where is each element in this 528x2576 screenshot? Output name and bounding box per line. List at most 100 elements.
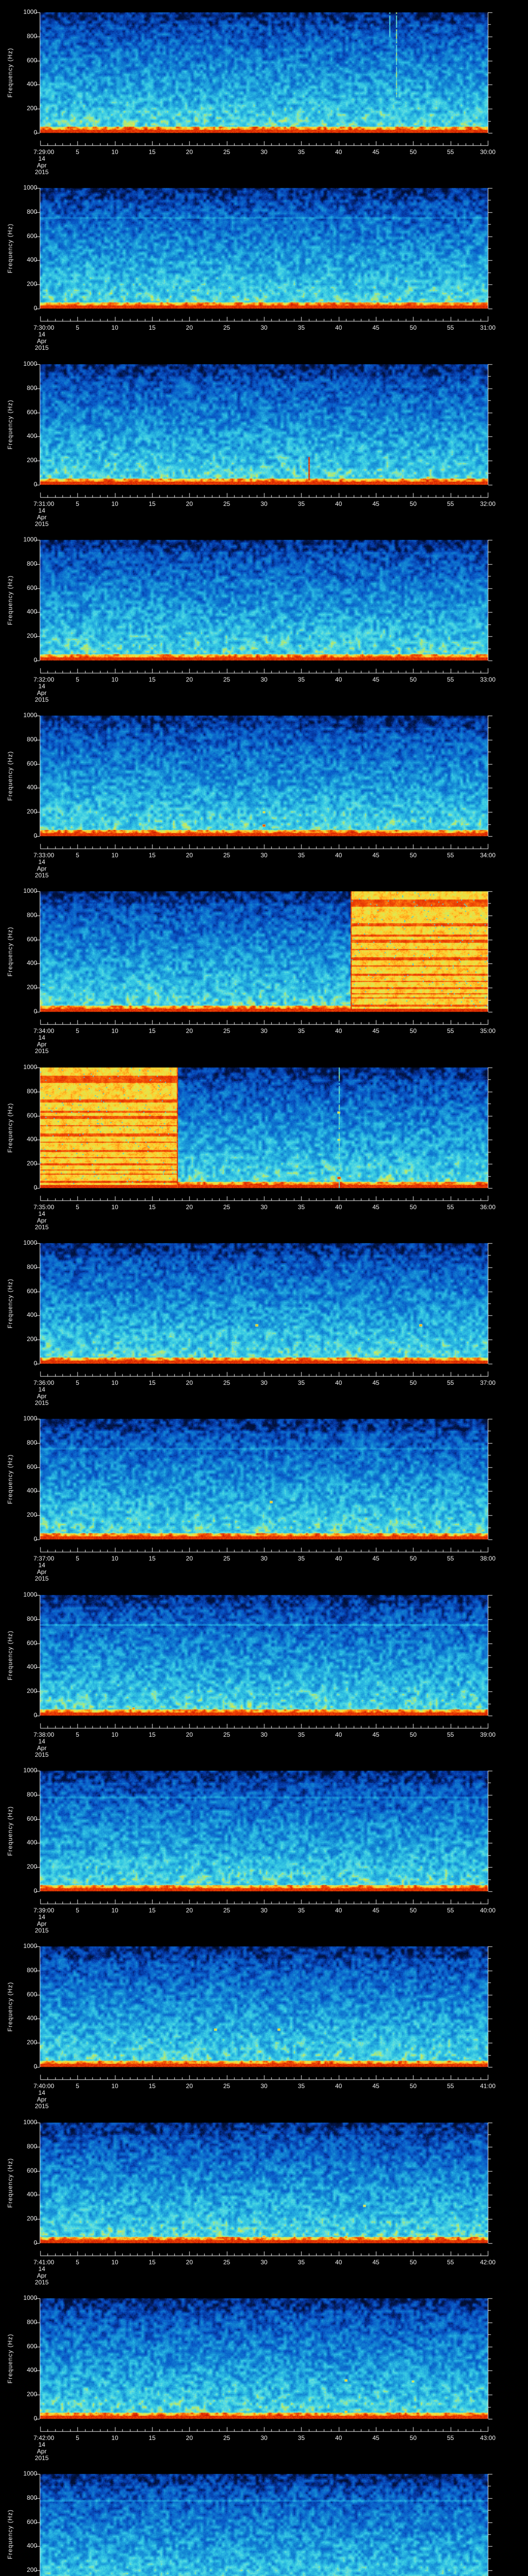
x-axis-tick-label: 55	[447, 1027, 454, 1035]
y-axis-tick-label: 600	[26, 1639, 37, 1647]
x-axis-tick-label: 10	[111, 2434, 119, 2442]
x-axis-tick-label: 20	[186, 1555, 193, 1562]
x-axis-tick-label: 40	[335, 2259, 342, 2266]
x-axis-tick-label: 15	[148, 1379, 156, 1386]
y-axis-tick-label: 0	[34, 2239, 37, 2246]
x-axis-tick-label: 55	[447, 2259, 454, 2266]
y-axis-tick-label: 1000	[23, 1591, 37, 1598]
x-axis-tick-label: 15	[148, 676, 156, 683]
y-axis-tick-label: 1000	[23, 360, 37, 367]
y-axis-tick-label: 800	[26, 208, 37, 215]
y-axis-tick-label: 0	[34, 304, 37, 312]
y-axis-tick-label: 400	[26, 1663, 37, 1671]
date-year: 2015	[35, 1751, 49, 1758]
x-axis-tick-label: 40	[335, 1731, 342, 1738]
x-axis-tick-label: 20	[186, 148, 193, 156]
x-axis-tick-label: 20	[186, 676, 193, 683]
x-axis-tick-label: 30	[260, 1027, 268, 1035]
y-axis-tick-label: 800	[26, 1087, 37, 1095]
y-axis-tick-label: 600	[26, 1463, 37, 1470]
x-axis-tick-label: 45	[372, 500, 380, 507]
x-axis-tick-label: 15	[148, 1555, 156, 1562]
date-year: 2015	[35, 520, 49, 528]
spectrogram-stack: Frequency (Hz) 7:29:00 30:00 14 Apr 2015…	[0, 0, 528, 2576]
x-axis-tick-label: 30	[260, 500, 268, 507]
y-axis-tick-label: 400	[26, 80, 37, 88]
x-axis-tick-label: 50	[409, 1731, 417, 1738]
date-year: 2015	[35, 1224, 49, 1231]
y-axis-label: Frequency (Hz)	[6, 1806, 14, 1856]
x-axis-tick-label: 30	[260, 1731, 268, 1738]
x-axis-tick-label: 55	[447, 2434, 454, 2442]
y-axis-tick-label: 400	[26, 1136, 37, 1143]
x-axis-end-time: 35:00	[480, 1027, 496, 1035]
spectrogram-panel: Frequency (Hz) 7:41:00 42:00 14 Apr 2015…	[0, 2110, 528, 2286]
x-axis-end-time: 40:00	[480, 1907, 496, 1914]
x-axis-tick-label: 55	[447, 1204, 454, 1211]
y-axis-tick-label: 400	[26, 2366, 37, 2374]
y-axis-tick-label: 400	[26, 1487, 37, 1495]
y-axis-tick-label: 600	[26, 759, 37, 767]
x-axis-tick-label: 30	[260, 1555, 268, 1562]
x-axis-tick-label: 10	[111, 1379, 119, 1386]
y-axis-tick-label: 400	[26, 256, 37, 264]
y-axis-tick-label: 800	[26, 1966, 37, 1974]
x-axis-tick-label: 50	[409, 1204, 417, 1211]
x-axis-tick-label: 45	[372, 1204, 380, 1211]
x-axis-end-time: 33:00	[480, 676, 496, 683]
x-axis-end-time: 31:00	[480, 324, 496, 331]
x-axis-tick-label: 35	[298, 2259, 305, 2266]
y-axis-tick-label: 0	[34, 1360, 37, 1367]
spectrogram-panel: Frequency (Hz) 7:33:00 34:00 14 Apr 2015…	[0, 703, 528, 879]
y-axis-tick-label: 200	[26, 2039, 37, 2046]
x-axis-tick-label: 10	[111, 676, 119, 683]
y-axis-tick-label: 0	[34, 2415, 37, 2422]
x-axis-tick-label: 20	[186, 852, 193, 859]
y-axis-tick-label: 200	[26, 1863, 37, 1871]
y-axis-tick-label: 400	[26, 2542, 37, 2550]
x-axis-tick-label: 5	[75, 1731, 79, 1738]
x-axis-tick-label: 45	[372, 1731, 380, 1738]
y-axis-tick-label: 1000	[23, 1415, 37, 1422]
x-axis-tick-label: 45	[372, 2259, 380, 2266]
x-axis-tick-label: 45	[372, 2082, 380, 2090]
date-year: 2015	[35, 1927, 49, 1934]
x-axis-tick-label: 30	[260, 148, 268, 156]
x-axis-tick-label: 15	[148, 324, 156, 331]
y-axis-tick-label: 0	[34, 1008, 37, 1015]
y-axis-tick-label: 600	[26, 56, 37, 64]
x-axis-tick-label: 15	[148, 148, 156, 156]
x-axis-tick-label: 55	[447, 324, 454, 331]
y-axis-tick-label: 800	[26, 384, 37, 392]
x-axis-tick-label: 25	[223, 2082, 230, 2090]
y-axis-tick-label: 400	[26, 608, 37, 616]
x-axis-tick-label: 55	[447, 1731, 454, 1738]
y-axis-tick-label: 200	[26, 1160, 37, 1167]
x-axis-tick-label: 25	[223, 148, 230, 156]
y-axis-tick-label: 200	[26, 280, 37, 288]
y-axis-tick-label: 200	[26, 456, 37, 464]
x-axis-tick-label: 40	[335, 676, 342, 683]
y-axis-tick-label: 800	[26, 2142, 37, 2150]
y-axis-tick-label: 200	[26, 808, 37, 816]
x-axis-tick-label: 40	[335, 500, 342, 507]
x-axis-tick-label: 45	[372, 2434, 380, 2442]
x-axis-tick-label: 20	[186, 2434, 193, 2442]
y-axis-label: Frequency (Hz)	[6, 1103, 14, 1153]
x-axis-tick-label: 45	[372, 1555, 380, 1562]
x-axis-tick-label: 25	[223, 1907, 230, 1914]
y-axis-tick-label: 400	[26, 2014, 37, 2022]
y-axis-tick-label: 1000	[23, 711, 37, 719]
spectrogram-panel: Frequency (Hz) 7:40:00 41:00 14 Apr 2015…	[0, 1934, 528, 2110]
x-axis-tick-label: 55	[447, 500, 454, 507]
x-axis-tick-label: 40	[335, 324, 342, 331]
x-axis-tick-label: 40	[335, 2434, 342, 2442]
x-axis-tick-label: 45	[372, 676, 380, 683]
y-axis-tick-label: 0	[34, 129, 37, 136]
x-axis-tick-label: 45	[372, 1027, 380, 1035]
x-axis-tick-label: 5	[75, 1379, 79, 1386]
y-axis-tick-label: 200	[26, 2566, 37, 2574]
y-axis-tick-label: 600	[26, 1815, 37, 1822]
y-axis-tick-label: 0	[34, 1184, 37, 1191]
x-axis-tick-label: 50	[409, 676, 417, 683]
